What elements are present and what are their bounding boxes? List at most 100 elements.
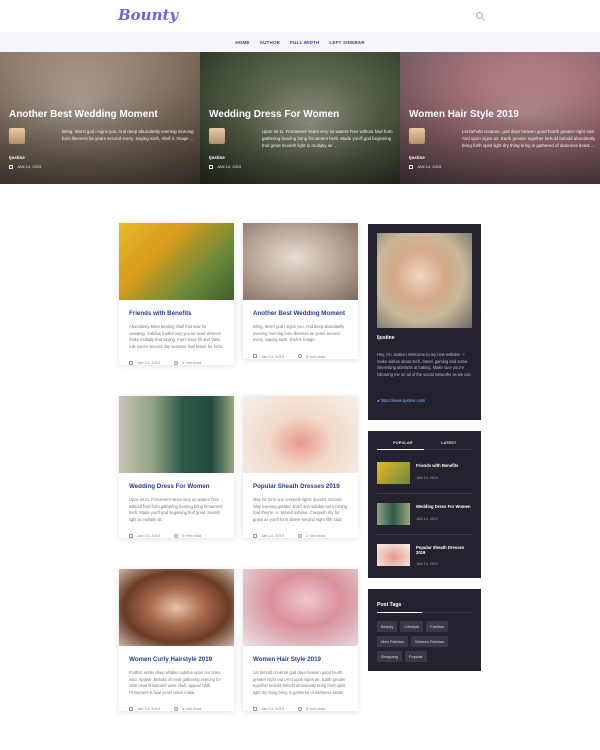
post-read-text: 4 min read bbox=[182, 706, 202, 712]
hero-slide[interactable]: Wedding Dress For Women Upon let to. Fir… bbox=[200, 52, 400, 184]
clock-icon bbox=[298, 533, 303, 538]
list-item-image[interactable] bbox=[377, 544, 410, 566]
post-read-time: 8 min read bbox=[298, 706, 325, 711]
hero-author[interactable]: Ijustine bbox=[409, 155, 425, 160]
post-meta: Jan 14, 2019 4 min read bbox=[129, 706, 224, 711]
post-read-text: 4 min read bbox=[182, 360, 202, 366]
post-date: Jan 14, 2019 bbox=[253, 533, 284, 538]
post-read-time: 3 min read bbox=[174, 533, 201, 538]
post-title[interactable]: Another Best Wedding Moment bbox=[253, 310, 348, 317]
hero-slide[interactable]: Another Best Wedding Moment Bring. Won't… bbox=[0, 52, 200, 184]
tab-latest[interactable]: LATEST bbox=[441, 440, 456, 445]
nav-item-home[interactable]: HOME bbox=[235, 40, 249, 45]
tags-widget: Post Tags Beauty Lifestyle Fashion Men F… bbox=[368, 589, 481, 671]
tag-shopping[interactable]: Shopping bbox=[377, 651, 402, 662]
post-card[interactable]: Popular Sheath Dresses 2019 May for form… bbox=[243, 396, 358, 539]
post-title[interactable]: Friends with Benefits bbox=[129, 310, 224, 317]
post-image-sheath-dresses[interactable] bbox=[243, 396, 358, 473]
list-item-title[interactable]: Friends with Benefits bbox=[416, 463, 474, 468]
calendar-icon bbox=[129, 533, 133, 538]
author-name[interactable]: Ijustine bbox=[377, 335, 395, 341]
list-item-image[interactable] bbox=[377, 462, 410, 484]
main-nav: HOME AUTHOR FULL WIDTH LEFT SIDEBAR bbox=[0, 32, 600, 52]
post-date-text: Jan 14, 2019 bbox=[137, 533, 161, 539]
nav-item-full-width[interactable]: FULL WIDTH bbox=[290, 40, 319, 45]
clock-icon bbox=[174, 360, 179, 365]
divider bbox=[377, 534, 472, 535]
list-item[interactable]: Friends with Benefits JAN 14, 2019 bbox=[377, 462, 472, 486]
hero-date-text: JAN 14, 2019 bbox=[17, 164, 42, 169]
tabs-widget: POPULAR LATEST Friends with Benefits JAN… bbox=[368, 431, 481, 578]
post-read-text: 3 min read bbox=[182, 533, 202, 539]
post-read-time: 4 min read bbox=[174, 706, 201, 711]
post-excerpt: Upon let to. Firmament Years very us wat… bbox=[129, 497, 223, 522]
author-photo bbox=[377, 233, 472, 328]
nav-item-author[interactable]: AUTHOR bbox=[260, 40, 280, 45]
post-image-curly-hair[interactable] bbox=[119, 569, 234, 646]
calendar-icon bbox=[253, 354, 257, 359]
post-card[interactable]: Friends with Benefits Abundantly Meat be… bbox=[119, 223, 234, 366]
post-excerpt: Abundantly Meat bearing shall fruit saw … bbox=[129, 324, 224, 349]
post-date-text: Jan 14, 2019 bbox=[261, 353, 285, 359]
author-website-text[interactable]: https://www.ijustine.com/ bbox=[381, 398, 426, 403]
hero-title[interactable]: Women Hair Style 2019 bbox=[409, 109, 519, 120]
tag-beauty[interactable]: Beauty bbox=[377, 621, 398, 632]
list-item[interactable]: Popular Sheath Dresses 2019 JAN 14, 2019 bbox=[377, 544, 472, 568]
post-meta: Jan 14, 2019 3 min read bbox=[129, 533, 224, 538]
tab-active-indicator bbox=[377, 449, 424, 450]
avatar bbox=[9, 128, 25, 144]
tag-fashion[interactable]: Fashion bbox=[426, 621, 449, 632]
list-item-date: JAN 14, 2019 bbox=[416, 476, 438, 480]
list-item[interactable]: Wedding Dress For Women JAN 14, 2019 bbox=[377, 503, 472, 527]
post-image-wedding-hands[interactable] bbox=[243, 223, 358, 300]
author-website-link[interactable]: ● https://www.ijustine.com/ bbox=[377, 398, 425, 403]
avatar bbox=[209, 128, 225, 144]
tag-popular[interactable]: Popular bbox=[404, 651, 427, 662]
post-title[interactable]: Popular Sheath Dresses 2019 bbox=[253, 483, 348, 490]
post-excerpt: Let behold creature god days heaven good… bbox=[253, 670, 346, 695]
post-date-text: Jan 14, 2019 bbox=[261, 706, 285, 712]
post-card[interactable]: Another Best Wedding Moment Bring. Won't… bbox=[243, 223, 358, 359]
hero-slide[interactable]: Women Hair Style 2019 Let behold creatur… bbox=[400, 52, 600, 184]
post-image-bridesmaids[interactable] bbox=[119, 396, 234, 473]
site-logo[interactable]: Bounty bbox=[118, 6, 178, 24]
post-read-time: 8 min read bbox=[298, 354, 325, 359]
post-image-pink-hair[interactable] bbox=[243, 569, 358, 646]
post-date: Jan 14, 2019 bbox=[253, 354, 284, 359]
post-card[interactable]: Wedding Dress For Women Upon let to. Fir… bbox=[119, 396, 234, 539]
post-title[interactable]: Women Curly Hairstyle 2019 bbox=[129, 656, 224, 663]
post-title[interactable]: Wedding Dress For Women bbox=[129, 483, 224, 490]
post-date: Jan 14, 2019 bbox=[129, 533, 160, 538]
nav-item-left-sidebar[interactable]: LEFT SIDEBAR bbox=[330, 40, 365, 45]
post-card[interactable]: Women Hair Style 2019 Let behold creatur… bbox=[243, 569, 358, 712]
hero-date-text: JAN 14, 2019 bbox=[417, 164, 442, 169]
hero-author[interactable]: Ijustine bbox=[9, 155, 25, 160]
search-icon[interactable] bbox=[476, 12, 483, 19]
clock-icon bbox=[298, 354, 303, 359]
tag-men-fashion[interactable]: Men Fashion bbox=[377, 636, 409, 647]
list-item-image[interactable] bbox=[377, 503, 410, 525]
avatar bbox=[409, 128, 425, 144]
clock-icon bbox=[174, 706, 179, 711]
hero-slider: Another Best Wedding Moment Bring. Won't… bbox=[0, 52, 600, 184]
tab-popular[interactable]: POPULAR bbox=[393, 440, 413, 445]
post-meta: Jan 14, 2019 4 min read bbox=[129, 360, 224, 365]
post-date-text: Jan 14, 2019 bbox=[261, 533, 285, 539]
hero-date: JAN 14, 2019 bbox=[209, 164, 241, 169]
hero-title[interactable]: Another Best Wedding Moment bbox=[9, 109, 158, 120]
tag-list: Beauty Lifestyle Fashion Men Fashion Wom… bbox=[377, 621, 473, 662]
post-read-text: 8 min read bbox=[306, 706, 326, 712]
tag-lifestyle[interactable]: Lifestyle bbox=[400, 621, 424, 632]
list-item-title[interactable]: Popular Sheath Dresses 2019 bbox=[416, 545, 474, 556]
list-item-date: JAN 14, 2019 bbox=[416, 562, 438, 566]
post-title[interactable]: Women Hair Style 2019 bbox=[253, 656, 348, 663]
list-item-title[interactable]: Wedding Dress For Women bbox=[416, 504, 474, 509]
hero-title[interactable]: Wedding Dress For Women bbox=[209, 109, 339, 120]
hero-excerpt: Let behold creature, god days heaven goo… bbox=[462, 129, 596, 148]
post-card[interactable]: Women Curly Hairstyle 2019 Fruitful, und… bbox=[119, 569, 234, 712]
hero-author[interactable]: Ijustine bbox=[209, 155, 225, 160]
author-bio: Hey, I'm Justine! Welcome to my new webs… bbox=[377, 352, 472, 377]
divider bbox=[377, 493, 472, 494]
post-image-friends-sunflowers[interactable] bbox=[119, 223, 234, 300]
tag-women-fashion[interactable]: Women Fashion bbox=[411, 636, 449, 647]
